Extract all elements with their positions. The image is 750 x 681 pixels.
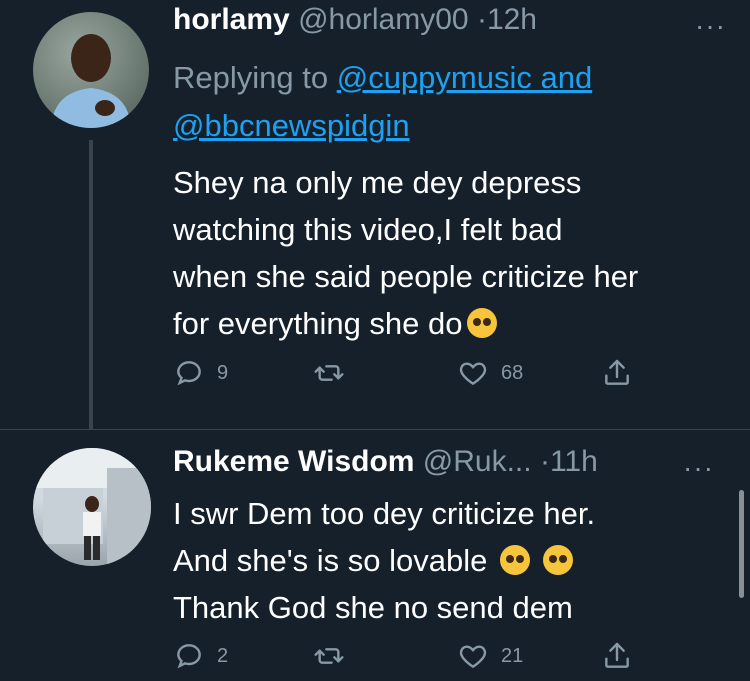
separator-dot: · — [539, 445, 550, 478]
user-handle[interactable]: @horlamy00 — [298, 3, 469, 36]
reply-icon — [177, 644, 201, 669]
replying-to: Replying to @cuppymusic and @bbcnewspidg… — [173, 54, 673, 150]
retweet-button[interactable] — [313, 640, 345, 672]
share-icon — [605, 642, 629, 668]
weary-face-icon — [500, 545, 530, 575]
retweet-icon — [314, 648, 344, 664]
reply-count: 2 — [217, 644, 229, 667]
like-button[interactable]: 21 — [457, 640, 523, 672]
user-handle[interactable]: @Ruk... — [423, 445, 532, 478]
tweet-text-line: for everything she do — [173, 300, 653, 347]
separator-dot: · — [476, 3, 487, 36]
tweet-header: horlamy @horlamy00 ·12h — [173, 2, 537, 38]
retweet-button[interactable] — [313, 357, 345, 389]
tweet-text: I swr Dem too dey criticize her. And she… — [173, 490, 693, 631]
timestamp[interactable]: 11h — [550, 445, 598, 478]
replying-to-label: Replying to — [173, 60, 337, 95]
tweet-text-line: when she said people criticize her — [173, 259, 639, 294]
display-name[interactable]: Rukeme Wisdom — [173, 445, 414, 478]
tweet-text-line: Thank God she no send dem — [173, 590, 573, 625]
pleading-face-icon — [466, 308, 497, 338]
scrollbar[interactable] — [739, 490, 744, 598]
tweet-text-line: I swr Dem too dey criticize her. — [173, 496, 596, 531]
tweet-header: Rukeme Wisdom @Ruk... ·11h — [173, 444, 598, 480]
like-count: 68 — [501, 361, 524, 384]
reply-button[interactable]: 2 — [173, 640, 228, 672]
tweet[interactable]: horlamy @horlamy00 ·12h ··· Replying to … — [0, 0, 750, 430]
share-button[interactable] — [601, 357, 633, 389]
like-count: 21 — [501, 644, 524, 667]
display-name[interactable]: horlamy — [173, 3, 290, 36]
tweet-text-line: Shey na only me dey depress — [173, 165, 582, 200]
weary-face-icon — [542, 545, 573, 575]
timestamp[interactable]: 12h — [487, 3, 537, 36]
like-icon — [459, 645, 487, 669]
mention-link[interactable]: @cuppymusic and — [337, 60, 592, 95]
tweet-text-fragment: And she's is so lovable — [173, 543, 488, 578]
like-button[interactable]: 68 — [457, 357, 523, 389]
action-bar: 9 68 — [173, 357, 653, 397]
more-icon[interactable]: ··· — [695, 10, 726, 42]
reply-icon — [177, 361, 201, 386]
like-icon — [459, 362, 487, 386]
thread-line — [89, 140, 93, 430]
retweet-icon — [314, 365, 344, 381]
share-icon — [605, 359, 629, 385]
tweet-text: Shey na only me dey depress watching thi… — [173, 159, 653, 347]
mention-link[interactable]: @bbcnewspidgin — [173, 108, 410, 143]
tweet-text-fragment: for everything she do — [173, 306, 463, 341]
tweet[interactable]: Rukeme Wisdom @Ruk... ·11h ··· I swr Dem… — [0, 430, 750, 681]
reply-button[interactable]: 9 — [173, 357, 228, 389]
tweet-text-line: And she's is so lovable — [173, 537, 693, 584]
action-bar: 2 21 — [173, 640, 653, 680]
avatar[interactable] — [33, 448, 151, 566]
share-button[interactable] — [601, 640, 633, 672]
tweet-text-line: watching this video,I felt bad — [173, 212, 563, 247]
reply-count: 9 — [217, 361, 229, 384]
avatar[interactable] — [33, 12, 149, 128]
more-icon[interactable]: ··· — [683, 452, 714, 484]
